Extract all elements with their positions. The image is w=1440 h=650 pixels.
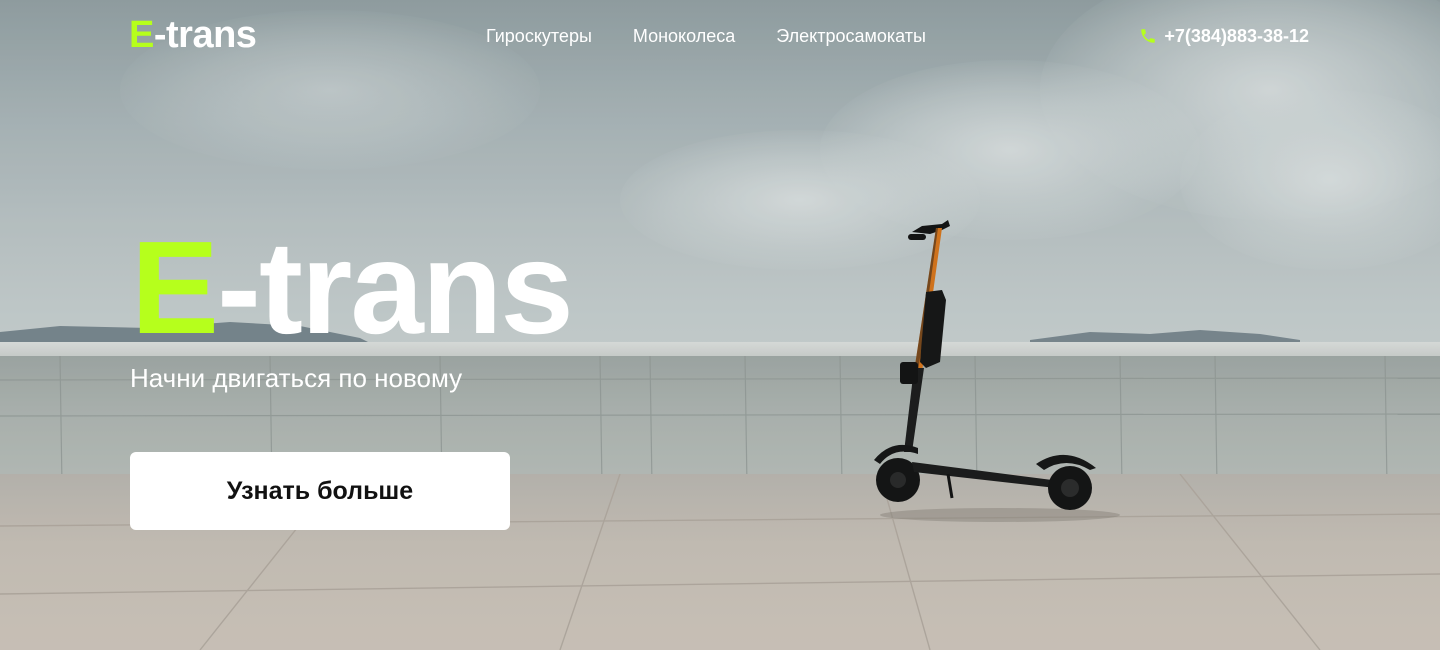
- nav-item-gyroscooters[interactable]: Гироскутеры: [486, 24, 592, 48]
- phone-number: +7(384)883-38-12: [1164, 26, 1309, 46]
- phone-link[interactable]: +7(384)883-38-12: [1139, 24, 1309, 48]
- phone-icon: [1141, 29, 1156, 43]
- nav-item-monowheels[interactable]: Моноколеса: [633, 24, 735, 48]
- hero-title: E-trans: [131, 218, 574, 358]
- hero-title-rest: -trans: [217, 214, 574, 361]
- main-nav: Гироскутеры Моноколеса Электросамокаты: [486, 24, 967, 48]
- nav-item-electric-scooters[interactable]: Электросамокаты: [776, 24, 926, 48]
- site-header: E-trans Гироскутеры Моноколеса Электроса…: [0, 0, 1440, 72]
- hero-subtitle: Начни двигаться по новому: [130, 363, 463, 393]
- logo-accent: E: [129, 14, 154, 56]
- hero-section: E-trans Гироскутеры Моноколеса Электроса…: [0, 0, 1440, 650]
- learn-more-button[interactable]: Узнать больше: [130, 452, 510, 530]
- logo[interactable]: E-trans: [129, 13, 257, 57]
- hero-title-accent: E: [131, 214, 219, 361]
- logo-rest: -trans: [153, 14, 257, 56]
